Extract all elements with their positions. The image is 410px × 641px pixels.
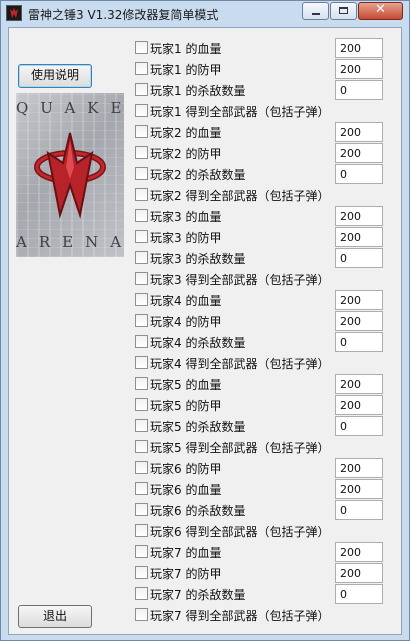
cheat-label: 玩家4 得到全部武器（包括子弹） (150, 357, 330, 371)
cheat-checkbox[interactable] (135, 503, 148, 516)
cheat-checkbox[interactable] (135, 461, 148, 474)
kills-value-input[interactable]: 0 (335, 500, 383, 520)
cheat-label: 玩家3 的血量 (150, 210, 222, 224)
cheat-checkbox[interactable] (135, 587, 148, 600)
cheat-checkbox[interactable] (135, 482, 148, 495)
cheat-checkbox[interactable] (135, 608, 148, 621)
close-icon: ✕ (375, 2, 386, 17)
cheat-label: 玩家6 的杀敌数量 (150, 504, 246, 518)
minimize-button[interactable] (302, 2, 329, 20)
health-value-input[interactable]: 200 (335, 122, 383, 142)
cheat-label: 玩家5 得到全部武器（包括子弹） (150, 441, 330, 455)
trainer-window: 雷神之锤3 V1.32修改器复简单模式 ✕ 使用说明 QUAKE ARENA 退… (0, 0, 410, 641)
cheat-label: 玩家2 的血量 (150, 126, 222, 140)
cheat-label: 玩家2 的防甲 (150, 147, 222, 161)
kills-value-input[interactable]: 0 (335, 164, 383, 184)
cheat-label: 玩家6 得到全部武器（包括子弹） (150, 525, 330, 539)
cheat-checkbox[interactable] (135, 41, 148, 54)
cheat-label: 玩家3 的杀敌数量 (150, 252, 246, 266)
cheat-label: 玩家7 的杀敌数量 (150, 588, 246, 602)
armor-value-input[interactable]: 200 (335, 395, 383, 415)
cheat-checkbox[interactable] (135, 545, 148, 558)
cheat-label: 玩家6 的血量 (150, 483, 222, 497)
cheat-checkbox[interactable] (135, 566, 148, 579)
game-logo-image: QUAKE ARENA (16, 93, 124, 257)
maximize-button[interactable] (330, 2, 357, 20)
health-value-input[interactable]: 200 (335, 458, 383, 478)
cheat-checkbox[interactable] (135, 377, 148, 390)
cheat-label: 玩家5 的防甲 (150, 399, 222, 413)
cheat-checkbox[interactable] (135, 104, 148, 117)
minimize-icon (312, 13, 320, 15)
cheat-label: 玩家7 得到全部武器（包括子弹） (150, 609, 330, 623)
cheat-label: 玩家2 得到全部武器（包括子弹） (150, 189, 330, 203)
cheat-checkbox[interactable] (135, 272, 148, 285)
help-button[interactable]: 使用说明 (18, 64, 92, 88)
client-area: 使用说明 QUAKE ARENA 退出 玩家1 的血量 200 玩家1 的防甲 200… (8, 27, 402, 635)
kills-value-input[interactable]: 0 (335, 248, 383, 268)
cheat-label: 玩家4 的杀敌数量 (150, 336, 246, 350)
cheat-checkbox[interactable] (135, 146, 148, 159)
cheat-label: 玩家3 的防甲 (150, 231, 222, 245)
cheat-label: 玩家4 的防甲 (150, 315, 222, 329)
armor-value-input[interactable]: 200 (335, 563, 383, 583)
kills-value-input[interactable]: 0 (335, 80, 383, 100)
kills-value-input[interactable]: 0 (335, 416, 383, 436)
kills-value-input[interactable]: 0 (335, 584, 383, 604)
maximize-icon (339, 7, 348, 14)
cheat-checkbox[interactable] (135, 398, 148, 411)
cheat-label: 玩家4 的血量 (150, 294, 222, 308)
cheat-label: 玩家1 的血量 (150, 42, 222, 56)
cheat-checkbox[interactable] (135, 356, 148, 369)
health-value-input[interactable]: 200 (335, 206, 383, 226)
cheat-label: 玩家7 的血量 (150, 546, 222, 560)
armor-value-input[interactable]: 200 (335, 143, 383, 163)
cheat-checkbox[interactable] (135, 440, 148, 453)
health-value-input[interactable]: 200 (335, 374, 383, 394)
health-value-input[interactable]: 200 (335, 290, 383, 310)
cheat-checkbox[interactable] (135, 167, 148, 180)
cheat-checkbox[interactable] (135, 314, 148, 327)
cheat-label: 玩家2 的杀敌数量 (150, 168, 246, 182)
cheat-label: 玩家1 的防甲 (150, 63, 222, 77)
cheat-checkbox[interactable] (135, 419, 148, 432)
cheat-label: 玩家6 的防甲 (150, 462, 222, 476)
app-icon[interactable] (6, 5, 22, 21)
cheat-checkbox[interactable] (135, 335, 148, 348)
cheat-checkbox[interactable] (135, 125, 148, 138)
cheat-checkbox[interactable] (135, 251, 148, 264)
cheat-checkbox[interactable] (135, 230, 148, 243)
cheat-checkbox[interactable] (135, 524, 148, 537)
quake-emblem-icon (34, 132, 106, 219)
cheat-checkbox[interactable] (135, 209, 148, 222)
cheat-label: 玩家5 的血量 (150, 378, 222, 392)
armor-value-input[interactable]: 200 (335, 59, 383, 79)
cheat-checkbox[interactable] (135, 62, 148, 75)
exit-button[interactable]: 退出 (18, 605, 92, 628)
title-bar[interactable]: 雷神之锤3 V1.32修改器复简单模式 ✕ (1, 1, 409, 27)
cheat-checkbox[interactable] (135, 188, 148, 201)
armor-value-input[interactable]: 200 (335, 311, 383, 331)
window-title: 雷神之锤3 V1.32修改器复简单模式 (28, 8, 219, 22)
logo-bottom-text: ARENA (16, 233, 124, 251)
cheat-label: 玩家1 得到全部武器（包括子弹） (150, 105, 330, 119)
cheat-label: 玩家7 的防甲 (150, 567, 222, 581)
cheat-label: 玩家5 的杀敌数量 (150, 420, 246, 434)
close-button[interactable]: ✕ (358, 2, 403, 20)
health-value-input[interactable]: 200 (335, 542, 383, 562)
cheat-label: 玩家1 的杀敌数量 (150, 84, 246, 98)
cheat-label: 玩家3 得到全部武器（包括子弹） (150, 273, 330, 287)
cheat-checkbox[interactable] (135, 83, 148, 96)
armor-value-input[interactable]: 200 (335, 479, 383, 499)
kills-value-input[interactable]: 0 (335, 332, 383, 352)
health-value-input[interactable]: 200 (335, 38, 383, 58)
armor-value-input[interactable]: 200 (335, 227, 383, 247)
logo-top-text: QUAKE (16, 99, 124, 117)
cheat-checkbox[interactable] (135, 293, 148, 306)
